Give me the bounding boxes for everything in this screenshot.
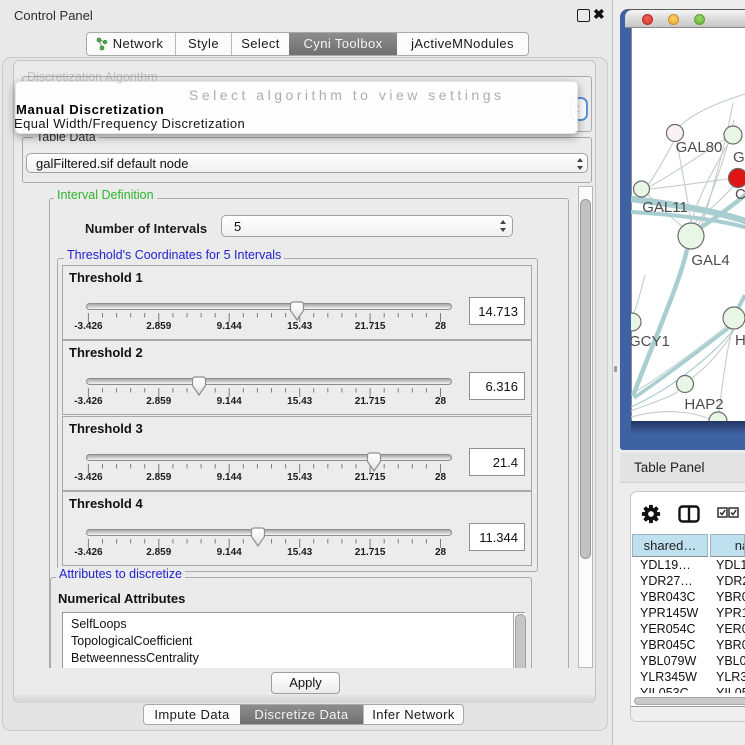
svg-text:GCY1: GCY1 <box>631 333 670 350</box>
svg-text:G.: G. <box>733 149 745 166</box>
svg-text:H: H <box>735 332 745 349</box>
svg-text:C: C <box>735 186 745 203</box>
svg-text:GAL11: GAL11 <box>642 199 688 216</box>
svg-text:HAP2: HAP2 <box>684 396 723 413</box>
svg-text:GAL80: GAL80 <box>676 139 723 156</box>
svg-text:GAL4: GAL4 <box>691 252 729 269</box>
